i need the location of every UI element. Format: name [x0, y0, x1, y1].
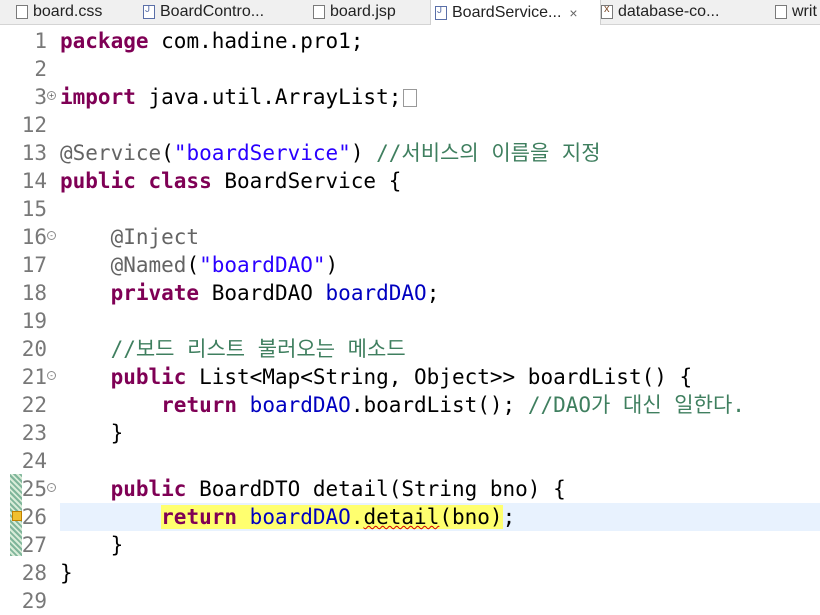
file-icon: [775, 5, 787, 19]
code-line: 28 }: [0, 559, 820, 587]
css-file-icon: [16, 5, 28, 19]
code-line: 12: [0, 111, 820, 139]
line-number: 24: [21, 449, 47, 473]
tab-write[interactable]: writ: [775, 0, 820, 24]
code-line: 13 @Service("boardService") //서비스의 이름을 지…: [0, 139, 820, 167]
code-line: 21 - public List<Map<String, Object>> bo…: [0, 363, 820, 391]
code-text: }: [60, 561, 73, 585]
line-number: 3: [34, 85, 47, 109]
code-text: package com.hadine.pro1;: [60, 29, 364, 53]
code-line: 1 package com.hadine.pro1;: [0, 27, 820, 55]
tab-label: BoardContro...: [160, 3, 265, 20]
line-number: 26: [21, 505, 47, 529]
line-number: 19: [21, 309, 47, 333]
line-number: 23: [21, 421, 47, 445]
collapse-fold-icon[interactable]: -: [47, 483, 56, 492]
code-text: }: [60, 421, 124, 445]
tab-board-css[interactable]: board.css: [16, 0, 136, 24]
line-number: 12: [21, 113, 47, 137]
collapse-fold-icon[interactable]: -: [47, 371, 56, 380]
code-text: @Inject: [110, 225, 200, 249]
code-text: import java.util.ArrayList;: [60, 83, 418, 111]
code-line: 16 - @Inject: [0, 223, 820, 251]
expand-fold-icon[interactable]: +: [47, 91, 56, 100]
code-text: public BoardDTO detail(String bno) {: [110, 477, 566, 501]
code-text: //보드 리스트 불러오는 메소드: [110, 337, 406, 361]
tab-label: board.css: [33, 3, 103, 20]
code-line: 18 private BoardDAO boardDAO;: [0, 279, 820, 307]
collapse-fold-icon[interactable]: -: [47, 231, 56, 240]
code-text: public List<Map<String, Object>> boardLi…: [110, 365, 693, 389]
code-text: @Service("boardService") //서비스의 이름을 지정: [60, 141, 601, 165]
code-line: 25 - public BoardDTO detail(String bno) …: [0, 475, 820, 503]
code-line: 3 + import java.util.ArrayList;: [0, 83, 820, 111]
line-number: 15: [21, 197, 47, 221]
folded-block-icon[interactable]: [403, 89, 418, 107]
code-line: 17 @Named("boardDAO"): [0, 251, 820, 279]
code-line: 23 }: [0, 419, 820, 447]
line-number: 16: [21, 225, 47, 249]
code-line: 14 public class BoardService {: [0, 167, 820, 195]
code-line-current: 26 return boardDAO.detail(bno);: [0, 503, 820, 531]
line-number: 25: [21, 477, 47, 501]
tab-label: database-co...: [618, 3, 720, 20]
line-number: 14: [21, 169, 47, 193]
code-text: public class BoardService {: [60, 169, 402, 193]
java-file-icon: [435, 5, 447, 20]
tab-board-controller[interactable]: BoardContro...: [143, 0, 303, 24]
editor-tab-bar: board.css BoardContro... board.jsp Board…: [0, 0, 820, 25]
line-number: 13: [21, 141, 47, 165]
java-file-icon: [143, 4, 155, 19]
code-text: return boardDAO.boardList(); //DAO가 대신 일…: [161, 393, 745, 417]
code-line: 2: [0, 55, 820, 83]
code-line: 15: [0, 195, 820, 223]
code-text: }: [60, 533, 124, 557]
tab-label: BoardService...: [452, 3, 562, 21]
line-number: 28: [21, 561, 47, 585]
line-number: 27: [21, 533, 47, 557]
code-line: 29: [0, 587, 820, 615]
line-number: 1: [34, 29, 47, 53]
xml-file-icon: [601, 3, 613, 19]
code-line: 19: [0, 307, 820, 335]
line-number: 20: [21, 337, 47, 361]
line-number: 21: [21, 365, 47, 389]
tab-label: writ: [792, 3, 817, 20]
line-number: 29: [21, 589, 47, 613]
tab-label: board.jsp: [330, 3, 396, 20]
line-number: 18: [21, 281, 47, 305]
tab-database-config[interactable]: database-co...: [601, 0, 761, 24]
jsp-file-icon: [313, 5, 325, 19]
code-line: 24: [0, 447, 820, 475]
code-text: @Named("boardDAO"): [110, 253, 339, 277]
line-number: 22: [21, 393, 47, 417]
tab-board-jsp[interactable]: board.jsp: [313, 0, 423, 24]
code-line: 27 }: [0, 531, 820, 559]
code-text: return boardDAO.detail(bno);: [161, 505, 516, 529]
line-number: 2: [34, 57, 47, 81]
tab-board-service[interactable]: BoardService... ×: [430, 0, 601, 25]
code-text: private BoardDAO boardDAO;: [110, 281, 440, 305]
close-icon[interactable]: ×: [569, 5, 577, 21]
code-line: 20 //보드 리스트 불러오는 메소드: [0, 335, 820, 363]
code-line: 22 return boardDAO.boardList(); //DAO가 대…: [0, 391, 820, 419]
line-number: 17: [21, 253, 47, 277]
